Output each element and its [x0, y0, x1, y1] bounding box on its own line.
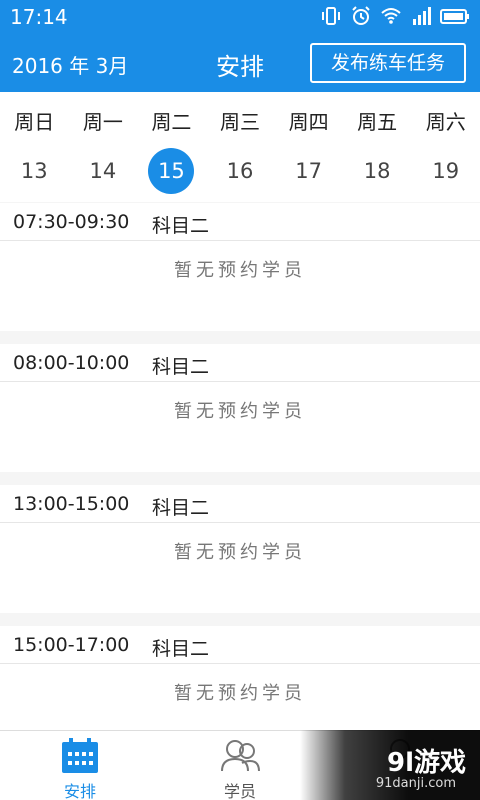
app-header: 2016 年 3月 安排 发布练车任务: [0, 34, 480, 92]
time-slot-card[interactable]: 08:00-10:00 科目二 暂无预约学员: [0, 344, 480, 472]
tab-schedule[interactable]: 安排: [0, 731, 160, 800]
date-13[interactable]: 13: [11, 148, 57, 194]
slot-time: 15:00-17:00: [13, 634, 130, 656]
wifi-icon: [381, 8, 401, 24]
month-selector[interactable]: 2016 年 3月: [12, 50, 128, 79]
no-students-text: 暂无预约学员: [174, 401, 306, 422]
battery-icon: [440, 9, 469, 24]
alarm-icon: [352, 6, 370, 25]
weekday-label: 周二: [151, 110, 192, 134]
date-14[interactable]: 14: [80, 148, 126, 194]
weekday-label: 周五: [357, 110, 398, 134]
weekday-label: 周六: [425, 110, 466, 134]
week-calendar: 周日 周一 周二 周三 周四 周五 周六 13 14 15 16 17 18 1…: [0, 92, 480, 202]
status-bar: 17:14: [0, 0, 480, 34]
weekday-label: 周日: [14, 110, 55, 134]
watermark-text: 9l游戏: [386, 748, 466, 778]
time-slot-card[interactable]: 07:30-09:30 科目二 暂无预约学员: [0, 203, 480, 331]
time-slot-card[interactable]: 13:00-15:00 科目二 暂无预约学员: [0, 485, 480, 613]
publish-task-button[interactable]: 发布练车任务: [310, 43, 466, 83]
watermark-logo: 9l游戏 91danji.com: [300, 730, 480, 800]
date-row: 13 14 15 16 17 18 19: [0, 148, 480, 194]
slot-subject: 科目二: [152, 215, 210, 237]
slot-subject: 科目二: [152, 638, 210, 660]
weekday-label: 周三: [220, 110, 261, 134]
signal-icon: [413, 7, 431, 25]
date-17[interactable]: 17: [286, 148, 332, 194]
weekday-row: 周日 周一 周二 周三 周四 周五 周六: [0, 106, 480, 135]
status-time: 17:14: [10, 5, 68, 29]
students-icon: [221, 740, 260, 772]
date-15-selected[interactable]: 15: [148, 148, 195, 194]
slot-subject: 科目二: [152, 497, 210, 519]
vibrate-icon: [322, 7, 340, 25]
tab-label: 学员: [223, 782, 256, 800]
slot-header: 07:30-09:30 科目二: [0, 203, 480, 241]
no-students-text: 暂无预约学员: [174, 260, 306, 281]
no-students-text: 暂无预约学员: [174, 683, 306, 704]
slot-time: 08:00-10:00: [13, 352, 130, 374]
slot-time: 07:30-09:30: [13, 211, 130, 233]
date-16[interactable]: 16: [217, 148, 263, 194]
date-19[interactable]: 19: [423, 148, 469, 194]
watermark-url: 91danji.com: [375, 776, 456, 791]
slot-time: 13:00-15:00: [13, 493, 130, 515]
date-18[interactable]: 18: [354, 148, 400, 194]
slot-header: 15:00-17:00 科目二: [0, 626, 480, 664]
tab-label: 安排: [63, 782, 96, 800]
status-icons: [320, 5, 470, 27]
tab-students[interactable]: 学员: [160, 731, 320, 800]
weekday-label: 周四: [288, 110, 329, 134]
no-students-text: 暂无预约学员: [174, 542, 306, 563]
calendar-icon: [62, 738, 98, 773]
weekday-label: 周一: [82, 110, 123, 134]
time-slot-card[interactable]: 15:00-17:00 科目二 暂无预约学员: [0, 626, 480, 730]
slot-header: 08:00-10:00 科目二: [0, 344, 480, 382]
slot-subject: 科目二: [152, 356, 210, 378]
slot-header: 13:00-15:00 科目二: [0, 485, 480, 523]
